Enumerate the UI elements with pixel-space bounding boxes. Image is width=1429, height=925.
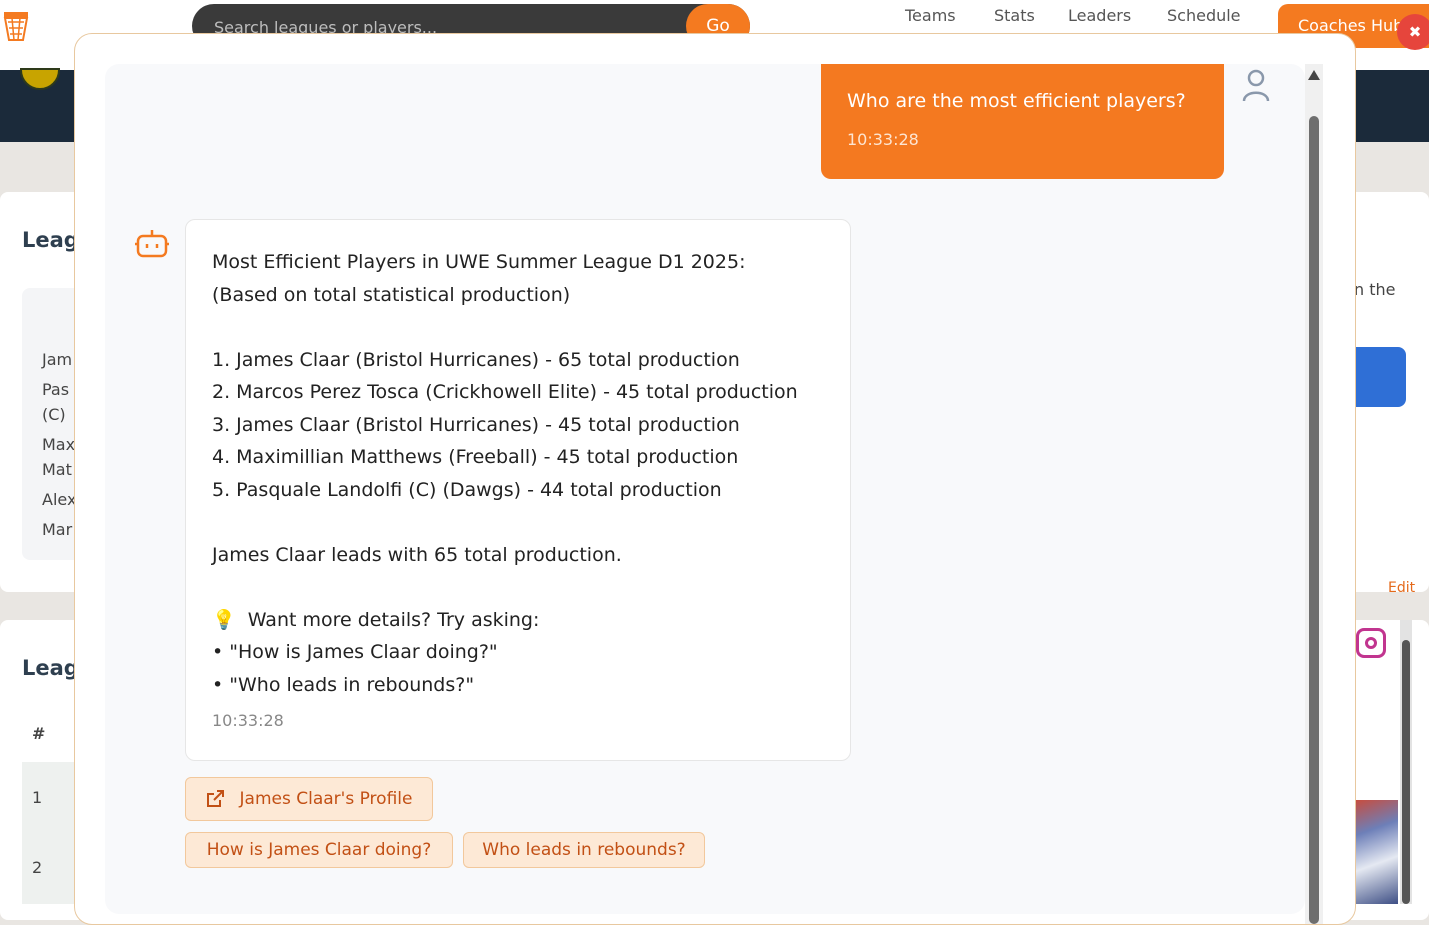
- close-chat-button[interactable]: ✖: [1397, 14, 1429, 50]
- bot-message-line: [212, 571, 850, 604]
- chat-scrollbar-thumb[interactable]: [1309, 116, 1319, 924]
- table-body: [22, 762, 82, 904]
- external-link-icon: [206, 790, 224, 807]
- bot-message-line: (Based on total statistical production): [212, 283, 571, 306]
- bot-message-line: James Claar leads with 65 total producti…: [212, 543, 622, 566]
- list-item: (C): [42, 405, 66, 424]
- feed-scrollbar-thumb[interactable]: [1402, 640, 1410, 904]
- bot-message: Most Efficient Players in UWE Summer Lea…: [185, 219, 851, 761]
- player-profile-link-label: James Claar's Profile: [239, 789, 413, 809]
- instagram-icon[interactable]: [1356, 628, 1386, 658]
- bot-message-line: Most Efficient Players in UWE Summer Lea…: [212, 251, 746, 273]
- partial-text: n the: [1354, 280, 1396, 299]
- nav-teams[interactable]: Teams: [905, 6, 956, 25]
- bot-message-line: • "How is James Claar doing?": [212, 641, 498, 663]
- list-item: Max: [42, 435, 76, 454]
- scroll-up-arrow-icon[interactable]: [1308, 70, 1320, 80]
- section-heading: Leag: [22, 228, 79, 252]
- section-heading: Leag: [22, 656, 79, 680]
- user-message-time: 10:33:28: [847, 130, 919, 149]
- list-item: Pas: [42, 380, 70, 399]
- chat-messages: Who are the most efficient players? 10:3…: [105, 64, 1305, 914]
- bot-message-time: 10:33:28: [212, 711, 284, 730]
- bot-message-line: 3. James Claar (Bristol Hurricanes) - 45…: [212, 413, 740, 436]
- bot-message-line: 4. Maximillian Matthews (Freeball) - 45 …: [212, 446, 739, 468]
- bot-message-line: 1. James Claar (Bristol Hurricanes) - 65…: [212, 348, 740, 371]
- player-photo: [1354, 800, 1398, 904]
- bot-message-line: 2. Marcos Perez Tosca (Crickhowell Elite…: [212, 381, 798, 403]
- nav-schedule[interactable]: Schedule: [1167, 6, 1241, 25]
- table-row: 1: [32, 788, 43, 807]
- table-header: #: [32, 724, 46, 743]
- list-item: Mar: [42, 520, 73, 539]
- edit-link[interactable]: Edit: [1388, 580, 1415, 596]
- user-avatar-icon: [1242, 69, 1270, 102]
- player-profile-link[interactable]: James Claar's Profile: [185, 777, 433, 821]
- bot-message-line: • "Who leads in rebounds?": [212, 673, 475, 696]
- suggestion-chip[interactable]: How is James Claar doing?: [185, 832, 453, 868]
- bot-message-line: 💡 Want more details? Try asking:: [212, 608, 540, 631]
- bot-message-line: 5. Pasquale Landolfi (C) (Dawgs) - 44 to…: [212, 478, 722, 501]
- list-item: Mat: [42, 460, 72, 479]
- bot-avatar-icon: [135, 230, 169, 258]
- basketball-hoop-logo-icon[interactable]: [2, 10, 30, 42]
- table-row: 2: [32, 858, 43, 877]
- list-item: Jam: [42, 350, 73, 369]
- nav-leaders[interactable]: Leaders: [1068, 6, 1131, 25]
- user-message-text: Who are the most efficient players?: [847, 90, 1186, 112]
- suggestion-chip[interactable]: Who leads in rebounds?: [463, 832, 705, 868]
- chat-modal: Who are the most efficient players? 10:3…: [74, 33, 1356, 925]
- chat-scrollbar[interactable]: [1305, 64, 1323, 924]
- bot-message-line: [212, 311, 850, 344]
- bot-message-line: [212, 506, 850, 539]
- list-item: Alex: [42, 490, 77, 509]
- user-message: Who are the most efficient players? 10:3…: [821, 64, 1224, 179]
- nav-stats[interactable]: Stats: [994, 6, 1035, 25]
- feed-scrollbar[interactable]: [1400, 620, 1412, 904]
